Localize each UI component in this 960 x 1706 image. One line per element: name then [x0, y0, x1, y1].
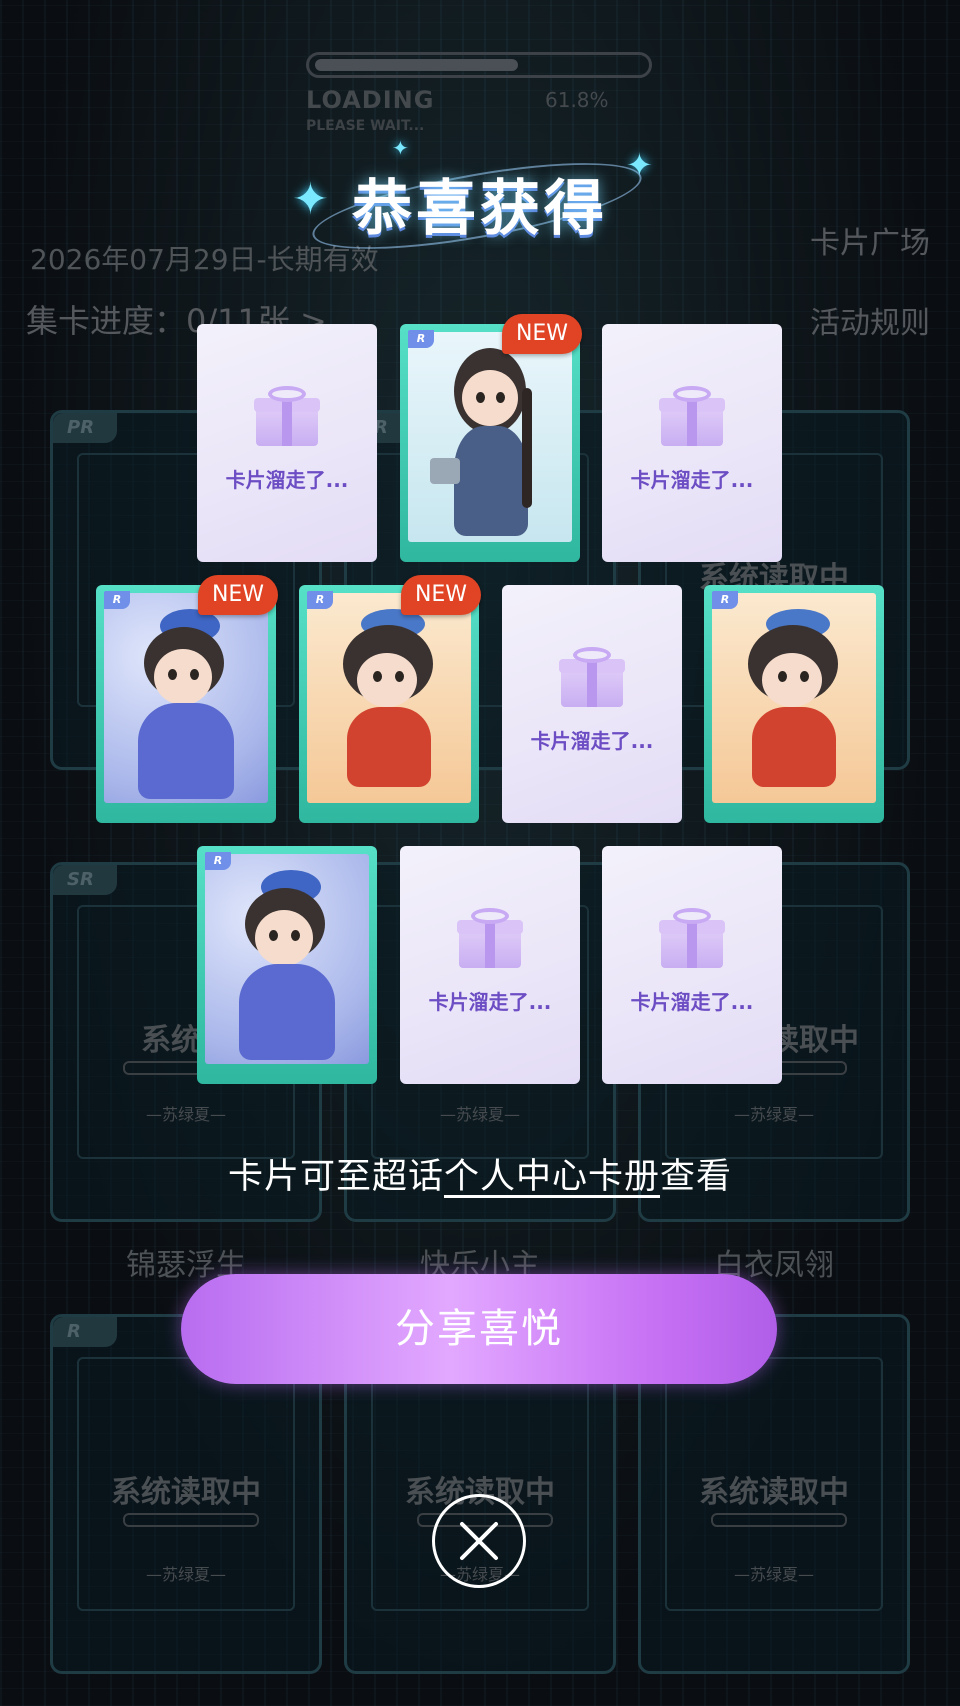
card-artwork [104, 593, 268, 803]
new-badge: NEW [502, 314, 582, 354]
lost-card-text: 卡片溜走了... [225, 468, 349, 492]
bg-card-title: 系统读取中 [699, 1475, 849, 1510]
bg-card-author: —苏绿夏— [439, 1105, 520, 1124]
title-banner: 恭喜获得 [300, 145, 660, 267]
lost-card-text: 卡片溜走了... [630, 468, 754, 492]
card-girl-red[interactable]: R [704, 585, 884, 823]
gift-icon [659, 386, 725, 446]
lost-card[interactable]: 卡片溜走了... [197, 324, 377, 562]
lost-card-text: 卡片溜走了... [630, 990, 754, 1014]
bg-card-author: —苏绿夏— [733, 1105, 814, 1124]
rarity-tag: R [712, 591, 738, 609]
card-album-link[interactable]: 个人中心卡册 [444, 1157, 660, 1197]
new-badge: NEW [198, 575, 278, 615]
card-artwork [307, 593, 471, 803]
close-button[interactable] [432, 1494, 526, 1588]
bg-rarity-tag: SR [53, 865, 117, 895]
modal-title: 恭喜获得 [352, 174, 608, 244]
gift-icon [457, 908, 523, 968]
card-plaza-link[interactable]: 卡片广场 [810, 218, 930, 262]
close-icon [460, 1522, 498, 1560]
rarity-tag: R [104, 591, 130, 609]
loading-percent: 61.8% [545, 88, 609, 112]
rarity-tag: R [205, 852, 231, 870]
bg-card-author: —苏绿夏— [145, 1105, 226, 1124]
loading-bar-fill [315, 59, 518, 71]
activity-rules-link[interactable]: 活动规则 [810, 298, 930, 342]
card-artwork [408, 332, 572, 542]
bg-card-author: —苏绿夏— [145, 1565, 226, 1584]
gift-icon [659, 908, 725, 968]
card-girl-axe[interactable]: R [400, 324, 580, 562]
card-girl-blue[interactable]: R [96, 585, 276, 823]
please-wait-label: PLEASE WAIT... [306, 118, 425, 134]
lost-card[interactable]: 卡片溜走了... [602, 324, 782, 562]
bg-card-author: —苏绿夏— [733, 1565, 814, 1584]
card-artwork [205, 854, 369, 1064]
loading-bar [306, 52, 652, 78]
lost-card[interactable]: 卡片溜走了... [502, 585, 682, 823]
lost-card-text: 卡片溜走了... [428, 990, 552, 1014]
hint-suffix: 查看 [660, 1157, 733, 1197]
lost-card-text: 卡片溜走了... [530, 729, 654, 753]
bg-rarity-tag: PR [53, 413, 117, 443]
card-girl-blue[interactable]: R [197, 846, 377, 1084]
card-album-hint: 卡片可至超话个人中心卡册查看 [0, 1148, 960, 1199]
loading-label: LOADING [306, 86, 435, 114]
hint-prefix: 卡片可至超话 [227, 1157, 444, 1197]
gift-icon [254, 386, 320, 446]
gift-icon [559, 647, 625, 707]
rarity-tag: R [408, 330, 434, 348]
card-girl-red[interactable]: R [299, 585, 479, 823]
new-badge: NEW [401, 575, 481, 615]
bg-rarity-tag: R [53, 1317, 117, 1347]
rarity-tag: R [307, 591, 333, 609]
bg-card-title: 系统读取中 [111, 1475, 261, 1510]
card-artwork [712, 593, 876, 803]
share-button[interactable]: 分享喜悦 [181, 1274, 777, 1384]
lost-card[interactable]: 卡片溜走了... [602, 846, 782, 1084]
lost-card[interactable]: 卡片溜走了... [400, 846, 580, 1084]
